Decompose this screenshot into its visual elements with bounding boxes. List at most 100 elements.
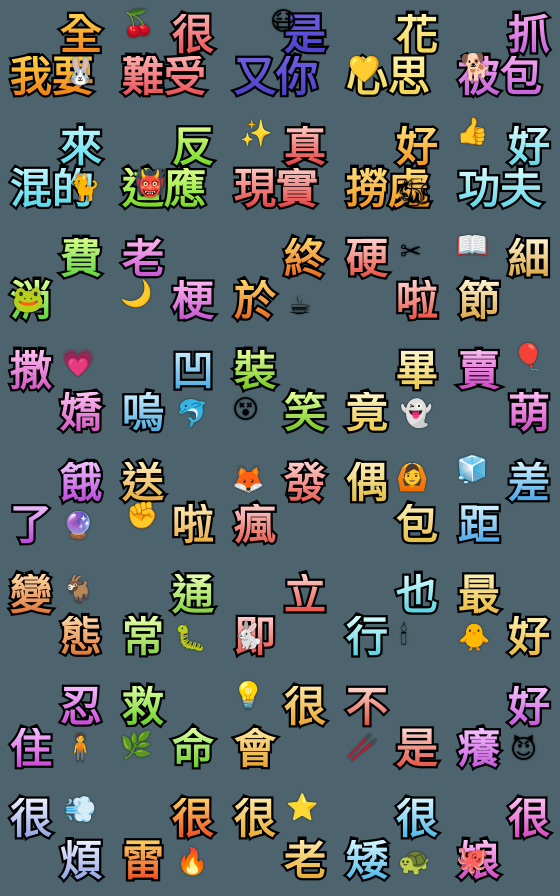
sticker-cell[interactable]: 很很老老⭐ bbox=[224, 784, 336, 896]
sticker[interactable]: 全全我要我要🐰 bbox=[6, 6, 106, 106]
sticker[interactable]: 終終於於☕ bbox=[230, 230, 330, 330]
sticker-cell[interactable]: 全全我要我要🐰 bbox=[0, 0, 112, 112]
sticker[interactable]: 送送啦啦✊ bbox=[118, 454, 218, 554]
sticker[interactable]: 花花心思心思💛 bbox=[342, 6, 442, 106]
sticker-char-secondary: 好 bbox=[507, 612, 550, 661]
sticker[interactable]: 賣賣萌萌🎈 bbox=[454, 342, 554, 442]
sticker-char-secondary: 矮 bbox=[346, 836, 389, 885]
sticker-cell[interactable]: 賣賣萌萌🎈 bbox=[448, 336, 560, 448]
sticker-cell[interactable]: 偶偶包包🙆 bbox=[336, 448, 448, 560]
sticker[interactable]: 很很娘娘🐙 bbox=[454, 790, 554, 890]
sticker[interactable]: 來來混的混的🐈 bbox=[6, 118, 106, 218]
sticker-cell[interactable]: 凹凹嗚嗚🐬 bbox=[112, 336, 224, 448]
sticker[interactable]: 真真現實現實✨ bbox=[230, 118, 330, 218]
sticker[interactable]: 也也行行🕯 bbox=[342, 566, 442, 666]
sticker-cell[interactable]: 好好癢癢😈 bbox=[448, 672, 560, 784]
sticker-cell[interactable]: 花花心思心思💛 bbox=[336, 0, 448, 112]
sticker-char-primary: 終 bbox=[283, 234, 326, 283]
sticker[interactable]: 是是又你又你😷 bbox=[230, 6, 330, 106]
sticker[interactable]: 很很雷雷🔥 bbox=[118, 790, 218, 890]
sticker-cell[interactable]: 最最好好🐥 bbox=[448, 560, 560, 672]
sticker[interactable]: 立立即即🐇 bbox=[230, 566, 330, 666]
sticker[interactable]: 畢畢竟竟👻 bbox=[342, 342, 442, 442]
sticker[interactable]: 偶偶包包🙆 bbox=[342, 454, 442, 554]
sticker[interactable]: 很很老老⭐ bbox=[230, 790, 330, 890]
sticker-char-primary: 細 bbox=[507, 234, 550, 283]
sticker-cell[interactable]: 救救命命🌿 bbox=[112, 672, 224, 784]
fire-icon: 🔥 bbox=[176, 846, 209, 876]
sticker[interactable]: 反反這應這應👹 bbox=[118, 118, 218, 218]
sticker-cell[interactable]: 好好撈處撈處🐿 bbox=[336, 112, 448, 224]
sticker-cell[interactable]: 硬硬啦啦✂ bbox=[336, 224, 448, 336]
sticker-cell[interactable]: 很很會會💡 bbox=[224, 672, 336, 784]
sticker-char-primary: 好 bbox=[507, 682, 550, 731]
sticker-char-primary: 老 bbox=[122, 234, 165, 283]
sticker-char-secondary: 節 bbox=[458, 276, 501, 325]
sticker[interactable]: 最最好好🐥 bbox=[454, 566, 554, 666]
goat-icon: 🐐 bbox=[62, 574, 95, 604]
sticker-cell[interactable]: 發發瘋瘋🦊 bbox=[224, 448, 336, 560]
sticker[interactable]: 抓抓被包被包🐕 bbox=[454, 6, 554, 106]
caterpillar-icon: 🐛 bbox=[174, 622, 207, 652]
sticker[interactable]: 通通常常🐛 bbox=[118, 566, 218, 666]
sticker-cell[interactable]: 立立即即🐇 bbox=[224, 560, 336, 672]
sticker-cell[interactable]: 很很娘娘🐙 bbox=[448, 784, 560, 896]
sticker[interactable]: 費費消消🐸 bbox=[6, 230, 106, 330]
sticker-char-secondary: 命 bbox=[171, 724, 214, 773]
sticker[interactable]: 救救命命🌿 bbox=[118, 678, 218, 778]
sticker-cell[interactable]: 很很難受難受🍒 bbox=[112, 0, 224, 112]
sticker-cell[interactable]: 細細節節📖 bbox=[448, 224, 560, 336]
sticker-cell[interactable]: 餓餓了了🔮 bbox=[0, 448, 112, 560]
sticker[interactable]: 很很煩煩💨 bbox=[6, 790, 106, 890]
sticker[interactable]: 變變態態🐐 bbox=[6, 566, 106, 666]
sticker-cell[interactable]: 不不是是🥢 bbox=[336, 672, 448, 784]
sticker[interactable]: 凹凹嗚嗚🐬 bbox=[118, 342, 218, 442]
sticker-char-primary: 抓 bbox=[507, 10, 550, 59]
sticker-cell[interactable]: 送送啦啦✊ bbox=[112, 448, 224, 560]
sticker-cell[interactable]: 老老梗梗🌙 bbox=[112, 224, 224, 336]
sticker[interactable]: 硬硬啦啦✂ bbox=[342, 230, 442, 330]
sticker-char-primary: 最 bbox=[458, 570, 501, 619]
sticker-char-secondary: 梗 bbox=[171, 276, 214, 325]
sticker-cell[interactable]: 差差距距🧊 bbox=[448, 448, 560, 560]
sticker[interactable]: 裝裝笑笑😵 bbox=[230, 342, 330, 442]
sticker-cell[interactable]: 是是又你又你😷 bbox=[224, 0, 336, 112]
sticker[interactable]: 很很矮矮🐢 bbox=[342, 790, 442, 890]
sticker-cell[interactable]: 很很煩煩💨 bbox=[0, 784, 112, 896]
sticker-char-secondary: 常 bbox=[122, 612, 165, 661]
sticker[interactable]: 好好癢癢😈 bbox=[454, 678, 554, 778]
sticker[interactable]: 好好撈處撈處🐿 bbox=[342, 118, 442, 218]
sticker-cell[interactable]: 變變態態🐐 bbox=[0, 560, 112, 672]
sticker[interactable]: 很很會會💡 bbox=[230, 678, 330, 778]
sticker[interactable]: 老老梗梗🌙 bbox=[118, 230, 218, 330]
sticker[interactable]: 撒撒嬌嬌💗 bbox=[6, 342, 106, 442]
sticker-cell[interactable]: 好好功夫功夫👍 bbox=[448, 112, 560, 224]
sticker[interactable]: 細細節節📖 bbox=[454, 230, 554, 330]
sticker[interactable]: 差差距距🧊 bbox=[454, 454, 554, 554]
sticker-char-secondary: 啦 bbox=[395, 276, 438, 325]
sticker-cell[interactable]: 費費消消🐸 bbox=[0, 224, 112, 336]
sticker-cell[interactable]: 很很雷雷🔥 bbox=[112, 784, 224, 896]
sticker-cell[interactable]: 忍忍住住🧍 bbox=[0, 672, 112, 784]
hearts-icon: 💗 bbox=[62, 348, 95, 378]
sticker-cell[interactable]: 通通常常🐛 bbox=[112, 560, 224, 672]
sticker[interactable]: 發發瘋瘋🦊 bbox=[230, 454, 330, 554]
sticker-cell[interactable]: 抓抓被包被包🐕 bbox=[448, 0, 560, 112]
sticker-cell[interactable]: 很很矮矮🐢 bbox=[336, 784, 448, 896]
sticker-char-primary: 費 bbox=[59, 234, 102, 283]
sticker-cell[interactable]: 畢畢竟竟👻 bbox=[336, 336, 448, 448]
sticker-cell[interactable]: 也也行行🕯 bbox=[336, 560, 448, 672]
sticker-cell[interactable]: 裝裝笑笑😵 bbox=[224, 336, 336, 448]
sticker-cell[interactable]: 撒撒嬌嬌💗 bbox=[0, 336, 112, 448]
cherry-icon: 🍒 bbox=[122, 8, 155, 38]
sticker[interactable]: 不不是是🥢 bbox=[342, 678, 442, 778]
sticker-cell[interactable]: 真真現實現實✨ bbox=[224, 112, 336, 224]
sticker-char-secondary: 雷 bbox=[122, 836, 165, 885]
sticker[interactable]: 餓餓了了🔮 bbox=[6, 454, 106, 554]
sticker-cell[interactable]: 反反這應這應👹 bbox=[112, 112, 224, 224]
sticker-cell[interactable]: 來來混的混的🐈 bbox=[0, 112, 112, 224]
sticker[interactable]: 忍忍住住🧍 bbox=[6, 678, 106, 778]
sticker-cell[interactable]: 終終於於☕ bbox=[224, 224, 336, 336]
sticker[interactable]: 很很難受難受🍒 bbox=[118, 6, 218, 106]
sticker[interactable]: 好好功夫功夫👍 bbox=[454, 118, 554, 218]
